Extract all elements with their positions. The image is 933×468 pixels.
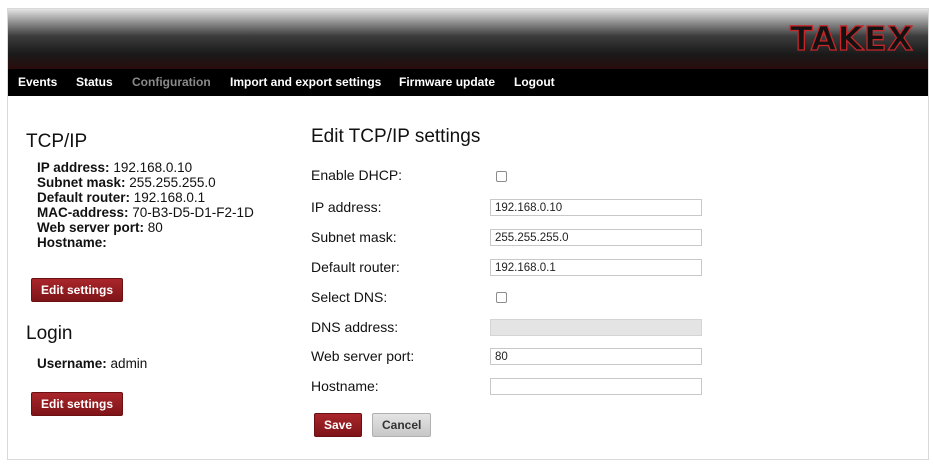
enable-dhcp-label: Enable DHCP:	[311, 167, 403, 183]
default-router-label: Default router:	[311, 259, 400, 275]
nav-events[interactable]: Events	[18, 69, 57, 96]
ip-address-label: IP address:	[311, 199, 382, 215]
subnet-mask-label: Subnet mask:	[311, 229, 397, 245]
info-username-value: admin	[110, 356, 148, 371]
web-server-port-input[interactable]	[490, 348, 702, 365]
nav-firmware-update[interactable]: Firmware update	[399, 69, 495, 96]
nav-status[interactable]: Status	[76, 69, 113, 96]
browser-frame: TAKEX Events Status Configuration Import…	[7, 8, 929, 460]
ip-address-input[interactable]	[490, 199, 702, 216]
info-mac-label: MAC-address:	[37, 205, 129, 220]
info-port: Web server port: 80	[37, 220, 163, 235]
edit-login-button[interactable]: Edit settings	[31, 392, 124, 416]
select-dns-checkbox[interactable]	[496, 292, 507, 303]
hostname-label: Hostname:	[311, 378, 379, 394]
info-username: Username: admin	[37, 356, 147, 371]
header-banner: TAKEX	[8, 9, 928, 69]
info-port-value: 80	[147, 220, 163, 235]
info-router: Default router: 192.168.0.1	[37, 190, 205, 205]
select-dns-label: Select DNS:	[311, 289, 388, 305]
cancel-button[interactable]: Cancel	[372, 413, 432, 437]
info-subnet-value: 255.255.255.0	[129, 175, 216, 190]
nav-import-export[interactable]: Import and export settings	[230, 69, 381, 96]
info-ip-label: IP address:	[37, 160, 110, 175]
dns-address-label: DNS address:	[311, 319, 399, 335]
info-router-value: 192.168.0.1	[133, 190, 206, 205]
info-mac-value: 70-B3-D5-D1-F2-1D	[132, 205, 254, 220]
enable-dhcp-checkbox[interactable]	[496, 171, 507, 182]
info-subnet-label: Subnet mask:	[37, 175, 126, 190]
default-router-input[interactable]	[490, 259, 702, 276]
nav-logout[interactable]: Logout	[514, 69, 555, 96]
main-menu: Events Status Configuration Import and e…	[8, 69, 928, 96]
info-port-label: Web server port:	[37, 220, 145, 235]
info-mac: MAC-address: 70-B3-D5-D1-F2-1D	[37, 205, 254, 220]
login-heading: Login	[26, 323, 73, 344]
tcpip-heading: TCP/IP	[26, 131, 88, 152]
edit-tcpip-heading: Edit TCP/IP settings	[311, 126, 481, 147]
info-ip: IP address: 192.168.0.10	[37, 160, 192, 175]
nav-configuration[interactable]: Configuration	[132, 69, 211, 96]
dns-address-input[interactable]	[490, 319, 702, 336]
info-hostname-label: Hostname:	[37, 235, 107, 250]
info-ip-value: 192.168.0.10	[113, 160, 193, 175]
takex-logo: TAKEX	[789, 19, 914, 58]
web-server-port-label: Web server port:	[311, 348, 415, 364]
info-hostname: Hostname:	[37, 235, 107, 250]
info-subnet: Subnet mask: 255.255.255.0	[37, 175, 216, 190]
save-button[interactable]: Save	[314, 413, 363, 437]
edit-tcpip-button[interactable]: Edit settings	[31, 278, 124, 302]
subnet-mask-input[interactable]	[490, 229, 702, 246]
info-router-label: Default router:	[37, 190, 131, 205]
hostname-input[interactable]	[490, 378, 702, 395]
info-username-label: Username:	[37, 356, 107, 371]
